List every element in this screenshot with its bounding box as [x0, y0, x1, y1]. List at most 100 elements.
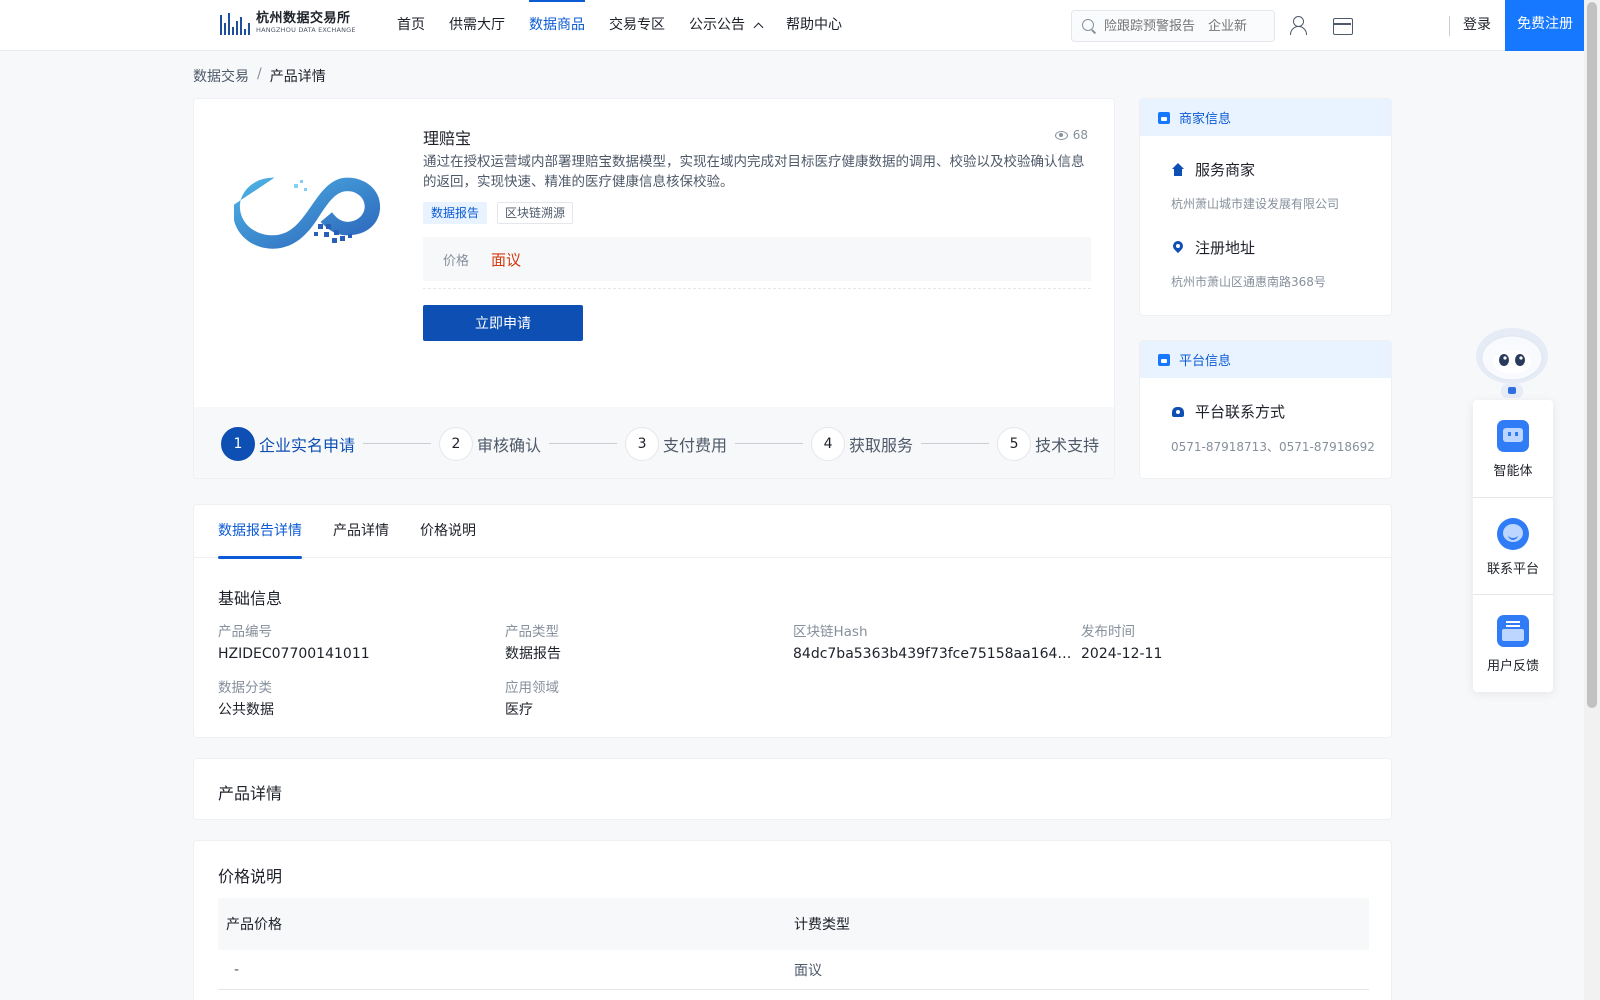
login-link[interactable]: 登录 — [1463, 0, 1491, 50]
column-product-price: 产品价格 — [226, 917, 282, 933]
top-header: 杭州数据交易所 HANGZHOU DATA EXCHANGE 首页 供需大厅 数… — [0, 0, 1585, 51]
field-label: 区块链Hash — [793, 624, 868, 640]
tab-price-info[interactable]: 价格说明 — [420, 505, 476, 558]
step-5: 5 技术支持 — [997, 426, 1100, 461]
product-detail-title: 产品详情 — [218, 784, 283, 803]
float-contact-platform[interactable]: 联系平台 — [1473, 497, 1553, 594]
floating-toolbar: 智能体 联系平台 用户反馈 — [1473, 400, 1553, 692]
platform-info-header: 平台信息 — [1140, 341, 1391, 378]
platform-info-card: 平台信息 平台联系方式 0571-87918713、0571-87918692 — [1139, 340, 1392, 479]
headset-icon — [1497, 518, 1529, 550]
product-name: 理赔宝 — [423, 129, 472, 148]
step-2: 2 审核确认 — [439, 426, 542, 461]
price-value: 面议 — [491, 250, 522, 269]
service-merchant-value: 杭州萧山城市建设发展有限公司 — [1171, 197, 1340, 211]
cell-billing-type: 面议 — [794, 962, 822, 979]
chevron-up-icon — [753, 22, 764, 33]
product-detail-section: 产品详情 — [193, 758, 1392, 820]
float-user-feedback[interactable]: 用户反馈 — [1473, 594, 1553, 691]
agent-icon — [1497, 420, 1529, 452]
register-address-value: 杭州市萧山区通惠南路368号 — [1171, 275, 1326, 289]
step-number: 3 — [625, 426, 660, 461]
breadcrumb-root[interactable]: 数据交易 — [193, 66, 249, 86]
header-divider — [1449, 16, 1450, 36]
service-merchant-row: 服务商家 — [1171, 159, 1255, 180]
apply-steps: 1 企业实名申请 2 审核确认 3 支付费用 4 获取服务 5 技术支持 — [194, 407, 1114, 478]
search-icon[interactable] — [1082, 19, 1096, 33]
site-logo[interactable]: 杭州数据交易所 HANGZHOU DATA EXCHANGE — [220, 11, 356, 35]
float-agent-label: 智能体 — [1493, 464, 1533, 479]
user-icon[interactable] — [1287, 14, 1309, 36]
tab-data-report-details[interactable]: 数据报告详情 — [218, 505, 302, 559]
apply-now-button[interactable]: 立即申请 — [423, 305, 583, 341]
merchant-icon — [1158, 111, 1170, 124]
step-connector — [549, 443, 618, 444]
nav-data-products[interactable]: 数据商品 — [517, 0, 597, 50]
page-scrollbar[interactable] — [1584, 0, 1600, 1000]
step-3: 3 支付费用 — [625, 426, 728, 461]
product-tags: 数据报告 区块链溯源 — [423, 202, 574, 224]
step-4: 4 获取服务 — [811, 426, 914, 461]
platform-icon — [1158, 353, 1170, 366]
table-row: - 面议 — [218, 950, 1369, 990]
nav-announcements-label: 公示公告 — [689, 17, 745, 33]
step-number: 1 — [221, 426, 255, 461]
platform-info-title: 平台信息 — [1179, 354, 1232, 369]
field-product-type: 产品类型 数据报告 — [505, 623, 765, 663]
merchant-info-title: 商家信息 — [1179, 112, 1232, 127]
field-value: 医疗 — [505, 702, 533, 718]
field-value: HZIDEC07700141011 — [218, 646, 370, 662]
nav-home[interactable]: 首页 — [385, 0, 437, 50]
float-contact-label: 联系平台 — [1486, 562, 1539, 577]
dashed-divider — [423, 288, 1091, 289]
register-button[interactable]: 免费注册 — [1505, 0, 1585, 51]
product-logo-icon — [234, 177, 381, 249]
eye-icon — [1054, 130, 1068, 140]
search-box[interactable] — [1071, 10, 1275, 42]
step-connector — [363, 443, 432, 444]
float-feedback-label: 用户反馈 — [1486, 659, 1539, 674]
field-value: 84dc7ba5363b439f73fce75158aa1641d9d... — [793, 646, 1073, 662]
details-card: 数据报告详情 产品详情 价格说明 基础信息 产品编号 HZIDEC0770014… — [193, 504, 1393, 738]
step-label: 获取服务 — [849, 435, 914, 455]
step-label: 审核确认 — [477, 435, 542, 455]
feedback-mail-icon — [1497, 615, 1529, 647]
nav-announcements[interactable]: 公示公告 — [677, 0, 774, 50]
robot-assistant-icon[interactable] — [1473, 326, 1551, 400]
details-tabs: 数据报告详情 产品详情 价格说明 — [194, 505, 1393, 559]
search-input[interactable] — [1104, 18, 1274, 34]
field-label: 应用领域 — [505, 680, 559, 696]
field-product-code: 产品编号 HZIDEC07700141011 — [218, 623, 478, 663]
platform-contact-value: 0571-87918713、0571-87918692 — [1171, 440, 1375, 454]
nav-supply-demand[interactable]: 供需大厅 — [437, 0, 517, 50]
tag-data-report: 数据报告 — [423, 202, 488, 224]
price-box: 价格 面议 — [423, 237, 1091, 281]
price-label: 价格 — [443, 253, 470, 269]
step-label: 支付费用 — [663, 435, 728, 455]
column-billing-type: 计费类型 — [794, 917, 850, 933]
step-1: 1 企业实名申请 — [221, 426, 355, 461]
nav-help-center[interactable]: 帮助中心 — [774, 0, 854, 50]
product-card: 理赔宝 68 通过在授权运营域内部署理赔宝数据模型，实现在域内完成对目标医疗健康… — [193, 98, 1115, 479]
basic-info-title: 基础信息 — [218, 589, 283, 608]
price-section-title: 价格说明 — [218, 867, 283, 886]
float-agent[interactable]: 智能体 — [1473, 400, 1553, 497]
store-icon[interactable] — [1331, 14, 1353, 36]
tab-product-details[interactable]: 产品详情 — [333, 505, 389, 558]
location-pin-icon — [1171, 241, 1185, 255]
platform-contact-label: 平台联系方式 — [1195, 403, 1286, 421]
field-publish-date: 发布时间 2024-12-11 — [1081, 623, 1341, 663]
service-merchant-label: 服务商家 — [1195, 161, 1256, 179]
field-label: 数据分类 — [218, 680, 272, 696]
step-connector — [735, 443, 804, 444]
register-address-row: 注册地址 — [1171, 237, 1255, 258]
field-value: 数据报告 — [505, 646, 561, 662]
scrollbar-thumb[interactable] — [1587, 2, 1597, 708]
field-label: 发布时间 — [1081, 624, 1135, 640]
nav-trade-zone[interactable]: 交易专区 — [597, 0, 677, 50]
logo-cn: 杭州数据交易所 — [256, 11, 351, 26]
step-number: 4 — [811, 426, 846, 461]
field-data-category: 数据分类 公共数据 — [218, 679, 478, 719]
step-label: 技术支持 — [1035, 435, 1100, 455]
field-value: 公共数据 — [218, 702, 274, 718]
